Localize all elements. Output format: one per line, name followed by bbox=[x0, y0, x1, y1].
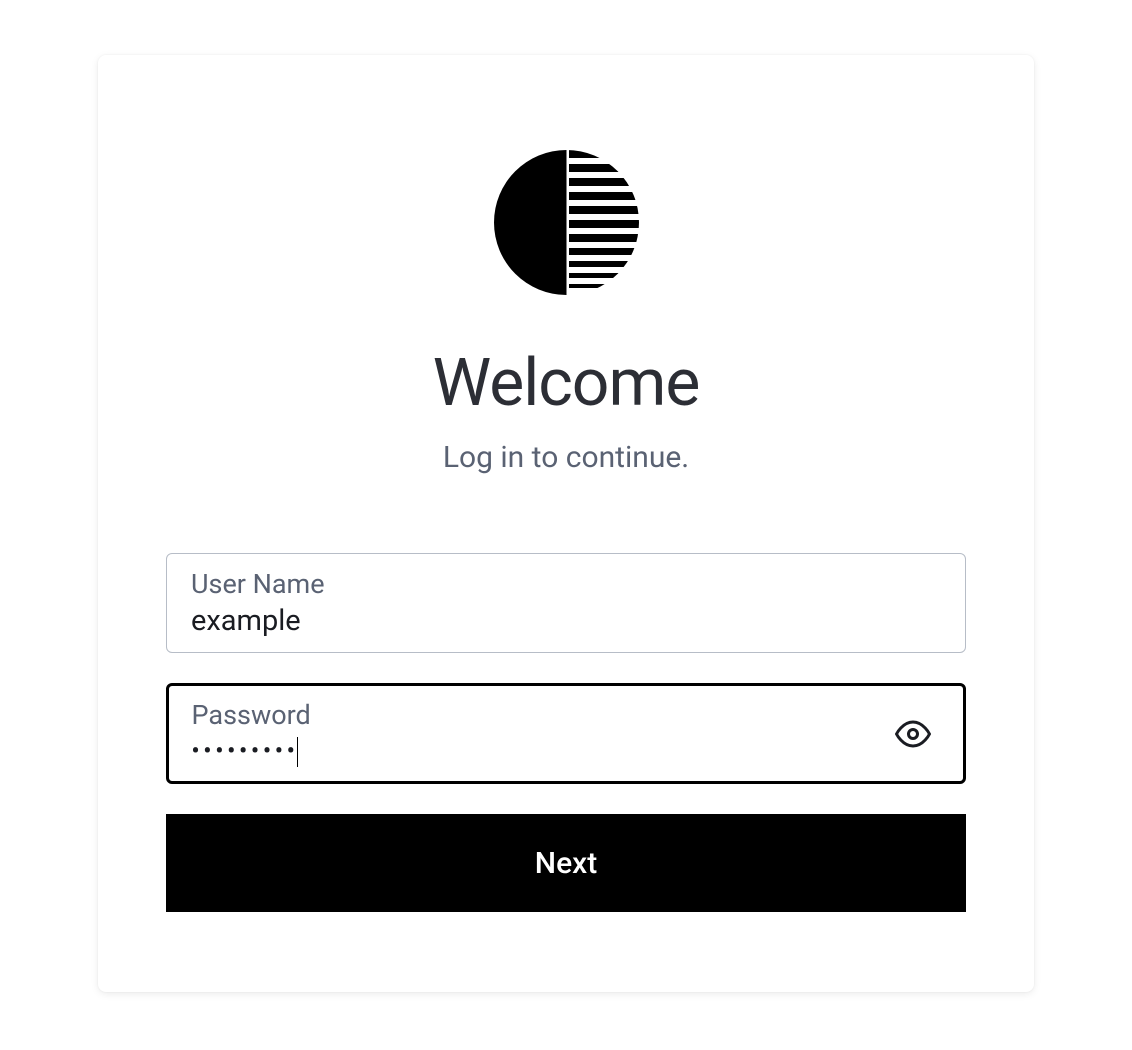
text-cursor bbox=[297, 737, 299, 767]
password-input[interactable]: ••••••••• bbox=[192, 735, 941, 769]
page-title: Welcome bbox=[433, 345, 700, 422]
password-field[interactable]: Password ••••••••• bbox=[166, 683, 966, 784]
login-card: Welcome Log in to continue. User Name Pa… bbox=[98, 55, 1034, 992]
username-label: User Name bbox=[191, 568, 941, 600]
toggle-password-visibility-button[interactable] bbox=[887, 708, 939, 760]
username-input[interactable] bbox=[191, 604, 941, 638]
username-field[interactable]: User Name bbox=[166, 553, 966, 653]
app-logo-icon bbox=[494, 150, 639, 295]
next-button[interactable]: Next bbox=[166, 814, 966, 912]
eye-icon bbox=[895, 716, 931, 752]
page-subtitle: Log in to continue. bbox=[443, 440, 689, 475]
password-label: Password bbox=[192, 699, 941, 731]
